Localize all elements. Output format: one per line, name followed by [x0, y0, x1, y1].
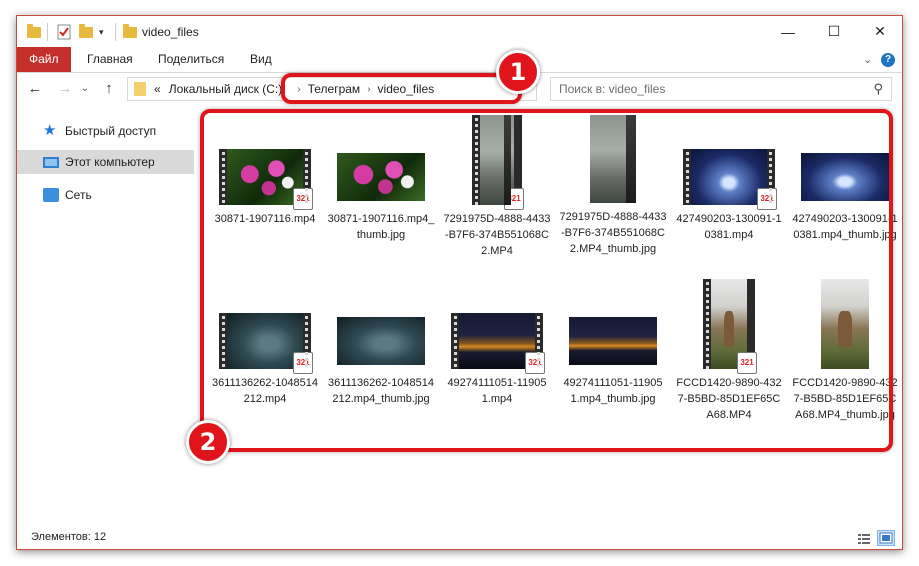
- divider: [47, 23, 48, 41]
- breadcrumb-overflow[interactable]: «: [146, 82, 164, 96]
- up-arrow-icon[interactable]: ↑: [99, 79, 119, 99]
- breadcrumb-local-disk[interactable]: Локальный диск (C:): [164, 82, 288, 96]
- close-button[interactable]: ✕: [857, 16, 902, 47]
- tab-share[interactable]: Поделиться: [144, 47, 238, 72]
- maximize-button[interactable]: ☐: [811, 16, 857, 47]
- nav-item-label: Сеть: [65, 188, 92, 202]
- search-box[interactable]: ⚲: [550, 77, 892, 101]
- annotation-box-2: [200, 109, 893, 452]
- ribbon-tabs: Файл Главная Поделиться Вид ⌄ ?: [17, 47, 902, 73]
- annotation-marker-1: 1: [496, 50, 540, 94]
- help-icon[interactable]: ?: [881, 53, 895, 67]
- divider: [115, 23, 116, 41]
- status-bar: Элементов: 12: [17, 527, 902, 549]
- tab-home[interactable]: Главная: [73, 47, 147, 72]
- folder-icon: [134, 82, 146, 96]
- navigation-pane: ★ Быстрый доступ Этот компьютер Сеть: [17, 111, 197, 531]
- annotation-marker-2: 2: [186, 420, 230, 464]
- nav-item-label: Этот компьютер: [65, 155, 155, 169]
- recent-locations-icon[interactable]: ⌄: [75, 79, 95, 99]
- new-folder-icon[interactable]: [79, 23, 93, 41]
- search-input[interactable]: [559, 82, 839, 96]
- nav-item-network[interactable]: Сеть: [17, 183, 194, 207]
- star-icon: ★: [43, 122, 57, 139]
- window-title: video_files: [142, 25, 199, 39]
- chevron-down-icon[interactable]: ⌄: [863, 53, 872, 66]
- nav-item-label: Быстрый доступ: [65, 124, 157, 138]
- title-folder-icon: [123, 23, 137, 41]
- title-bar: ▾ video_files — ☐ ✕: [17, 16, 902, 47]
- item-count: Элементов: 12: [31, 531, 107, 543]
- nav-item-this-pc[interactable]: Этот компьютер: [17, 150, 194, 174]
- back-arrow-icon[interactable]: ←: [25, 79, 45, 99]
- minimize-button[interactable]: —: [765, 16, 811, 47]
- properties-icon[interactable]: [57, 23, 71, 41]
- forward-arrow-icon[interactable]: →: [55, 79, 75, 99]
- folder-icon: [27, 23, 41, 41]
- annotation-box-1: [281, 73, 522, 104]
- large-icons-view-icon[interactable]: [877, 530, 895, 546]
- details-view-icon[interactable]: [855, 530, 873, 546]
- computer-icon: [43, 156, 59, 168]
- search-icon[interactable]: ⚲: [873, 81, 883, 97]
- nav-item-quick-access[interactable]: ★ Быстрый доступ: [17, 119, 194, 143]
- customize-toolbar-icon[interactable]: ▾: [99, 23, 104, 41]
- tab-file[interactable]: Файл: [17, 47, 71, 72]
- network-icon: [43, 188, 59, 202]
- tab-view[interactable]: Вид: [236, 47, 286, 72]
